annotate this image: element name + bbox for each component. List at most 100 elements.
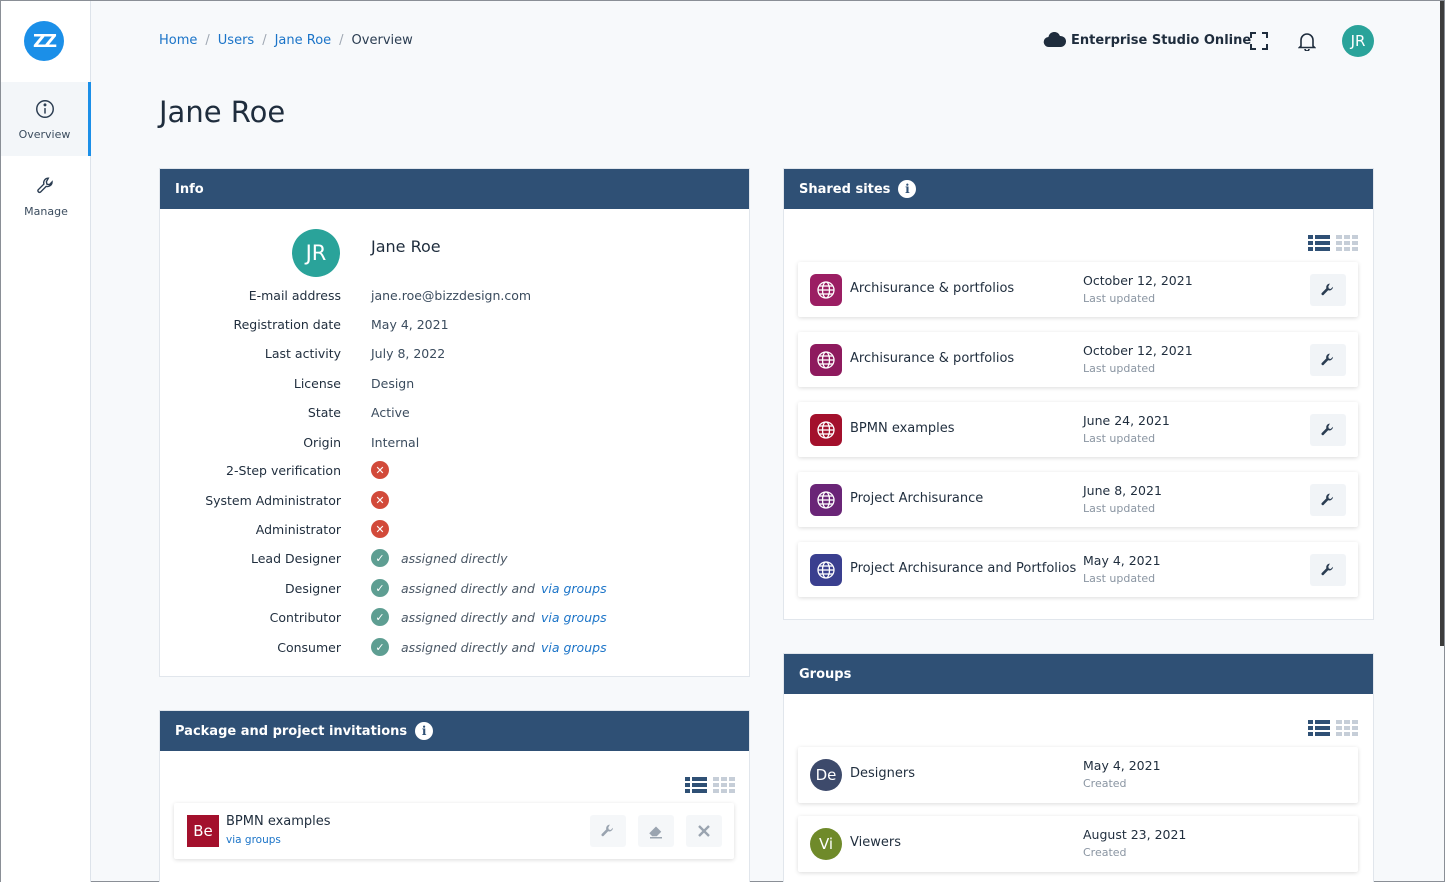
breadcrumb-user[interactable]: Jane Roe [275,33,332,48]
environment-selector[interactable]: Enterprise Studio Online [1043,32,1251,48]
field-label: Last activity [264,345,341,361]
group-date: August 23, 2021 [1083,827,1187,842]
site-date-label: Last updated [1083,292,1156,305]
erase-button[interactable] [638,815,674,847]
view-toggle [1308,235,1358,251]
site-date-label: Last updated [1083,432,1156,445]
site-item[interactable]: Project Archisurance June 8, 2021 Last u… [798,472,1358,527]
notifications-button[interactable] [1295,29,1319,53]
group-item[interactable]: Vi Viewers August 23, 2021 Created [798,816,1358,872]
grid-view-icon[interactable] [1336,235,1358,251]
info-icon[interactable]: i [898,180,917,198]
remove-button[interactable] [686,815,722,847]
cloud-icon [1043,32,1067,48]
site-item[interactable]: Archisurance & portfolios October 12, 20… [798,332,1358,387]
group-name: Designers [850,766,915,781]
view-toggle [1308,720,1358,736]
globe-icon [810,554,842,586]
site-name: Project Archisurance and Portfolios [850,561,1077,576]
list-view-icon[interactable] [1308,720,1330,736]
breadcrumb-users[interactable]: Users [218,33,254,48]
group-date-label: Created [1083,777,1127,790]
info-row-state: State Active [160,401,750,423]
check-icon: ✓ [371,579,389,597]
invitations-card: Package and project invitations i Be BPM… [159,710,750,882]
info-row-email: E-mail address jane.roe@bizzdesign.com [160,284,750,306]
site-item[interactable]: BPMN examples June 24, 2021 Last updated [798,402,1358,457]
invitations-card-title: Package and project invitations [175,723,408,739]
grid-view-icon[interactable] [713,777,735,793]
invitation-via-groups-link[interactable]: via groups [226,834,281,846]
breadcrumb: Home / Users / Jane Roe / Overview [159,33,413,48]
user-avatar: JR [292,229,340,277]
site-date: October 12, 2021 [1083,273,1193,288]
info-row-lead-designer: Lead Designer ✓ assigned directly [160,547,750,569]
role-assignment: assigned directly and [401,609,535,625]
cross-icon: ✕ [371,491,389,509]
sidebar-item-overview[interactable]: Overview [1,82,91,156]
manage-site-button[interactable] [1310,554,1346,586]
field-label: Consumer [277,639,341,655]
site-date: June 8, 2021 [1083,483,1162,498]
grid-view-icon[interactable] [1336,720,1358,736]
check-icon: ✓ [371,608,389,626]
groups-card: Groups De Designers May 4, 2021 Created … [783,653,1374,882]
sidebar-item-manage[interactable]: Manage [1,159,91,233]
groups-card-title: Groups [799,666,852,682]
site-name: BPMN examples [850,421,955,436]
globe-icon [810,344,842,376]
info-circle-icon [35,99,54,118]
via-groups-link[interactable]: via groups [541,610,607,625]
check-icon: ✓ [371,638,389,656]
page-scrollbar[interactable] [1440,1,1444,646]
environment-name: Enterprise Studio Online [1071,32,1252,48]
info-row-designer: Designer ✓ assigned directly and via group… [160,577,750,599]
user-avatar-menu[interactable]: JR [1342,25,1374,57]
manage-button[interactable] [590,815,626,847]
group-item[interactable]: De Designers May 4, 2021 Created [798,747,1358,803]
site-item[interactable]: Archisurance & portfolios October 12, 20… [798,262,1358,317]
manage-site-button[interactable] [1310,274,1346,306]
group-date: May 4, 2021 [1083,758,1161,773]
info-card-title: Info [175,181,204,197]
manage-site-button[interactable] [1310,484,1346,516]
field-label: Administrator [255,521,341,537]
invitations-card-header: Package and project invitations i [160,711,749,751]
site-name: Archisurance & portfolios [850,281,1015,296]
group-avatar: Vi [810,828,842,860]
site-date-label: Last updated [1083,502,1156,515]
group-name: Viewers [850,835,901,850]
fullscreen-button[interactable] [1247,29,1271,53]
cross-icon: ✕ [371,461,389,479]
info-row-registration: Registration date May 4, 2021 [160,313,750,335]
site-item[interactable]: Project Archisurance and Portfolios May … [798,542,1358,597]
list-view-icon[interactable] [685,777,707,793]
shared-sites-card-title: Shared sites [799,181,891,197]
manage-site-button[interactable] [1310,414,1346,446]
info-row-contributor: Contributor ✓ assigned directly and via gr… [160,606,750,628]
field-value: Active [371,404,410,420]
info-row-last-activity: Last activity July 8, 2022 [160,342,750,364]
field-label: Registration date [233,316,341,332]
via-groups-link[interactable]: via groups [541,581,607,596]
info-row-origin: Origin Internal [160,431,750,453]
field-label: System Administrator [205,492,341,508]
field-value: Internal [371,434,420,450]
wrench-icon [1321,423,1333,436]
wrench-icon [1321,563,1333,576]
via-groups-link[interactable]: via groups [541,640,607,655]
close-icon [698,825,710,837]
app-logo[interactable]: ZZ [24,21,64,61]
field-label: 2-Step verification [226,462,341,478]
site-name: Project Archisurance [850,491,984,506]
info-row-sysadmin: System Administrator ✕ [160,489,750,511]
package-badge: Be [187,815,219,847]
page-title: Jane Roe [159,95,286,129]
manage-site-button[interactable] [1310,344,1346,376]
invitation-item[interactable]: Be BPMN examples via groups [174,803,734,859]
bell-icon [1298,33,1316,51]
breadcrumb-home[interactable]: Home [159,33,197,48]
info-icon[interactable]: i [415,722,434,740]
field-value: July 8, 2022 [371,345,446,361]
list-view-icon[interactable] [1308,235,1330,251]
